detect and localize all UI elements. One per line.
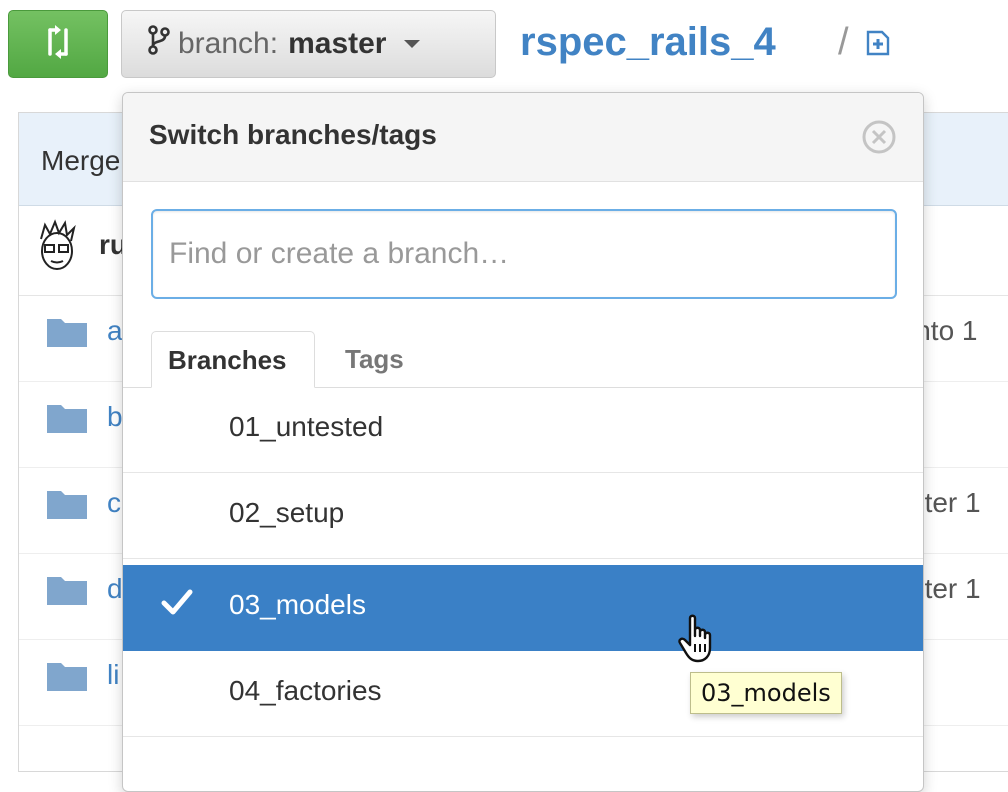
dropdown-title: Switch branches/tags xyxy=(149,119,437,150)
branch-name: 01_untested xyxy=(229,411,384,442)
repo-name-link[interactable]: rspec_rails_4 xyxy=(520,14,776,70)
branch-current-value: master xyxy=(288,27,387,60)
tooltip: 03_models xyxy=(690,672,842,714)
path-separator: / xyxy=(838,20,849,63)
folder-icon xyxy=(47,487,87,524)
hand-cursor-icon xyxy=(678,614,722,671)
compare-button[interactable] xyxy=(8,10,108,78)
branch-item[interactable]: 01_untested xyxy=(123,387,923,473)
branch-icon xyxy=(148,25,170,63)
file-name[interactable]: c xyxy=(107,487,121,519)
branch-search-input[interactable] xyxy=(151,209,897,299)
dropdown-tabs: Branches Tags xyxy=(123,331,923,388)
folder-icon xyxy=(47,573,87,610)
folder-icon xyxy=(47,315,87,352)
checkmark-icon xyxy=(161,587,193,622)
folder-icon xyxy=(47,659,87,696)
compare-icon xyxy=(41,24,75,65)
branch-name: 03_models xyxy=(229,589,366,620)
branch-label: branch: xyxy=(178,27,279,60)
avatar xyxy=(33,219,83,280)
close-icon[interactable] xyxy=(861,119,897,160)
commit-message: Merge xyxy=(41,145,121,176)
dropdown-header: Switch branches/tags xyxy=(123,93,923,182)
file-name[interactable]: d xyxy=(107,573,123,605)
branch-selector-button[interactable]: branch: master xyxy=(121,10,496,78)
file-name[interactable]: a xyxy=(107,315,123,347)
file-name[interactable]: li xyxy=(107,659,119,691)
chevron-down-icon xyxy=(404,40,421,48)
tab-tags[interactable]: Tags xyxy=(329,331,420,387)
file-name[interactable]: b xyxy=(107,401,123,433)
branch-item-selected[interactable]: 03_models xyxy=(123,565,923,651)
branch-name: 02_setup xyxy=(229,497,345,528)
branch-item[interactable]: 02_setup xyxy=(123,473,923,559)
folder-icon xyxy=(47,401,87,438)
new-file-icon[interactable] xyxy=(866,30,890,61)
branch-name: 04_factories xyxy=(229,675,382,706)
tab-branches[interactable]: Branches xyxy=(151,331,315,388)
